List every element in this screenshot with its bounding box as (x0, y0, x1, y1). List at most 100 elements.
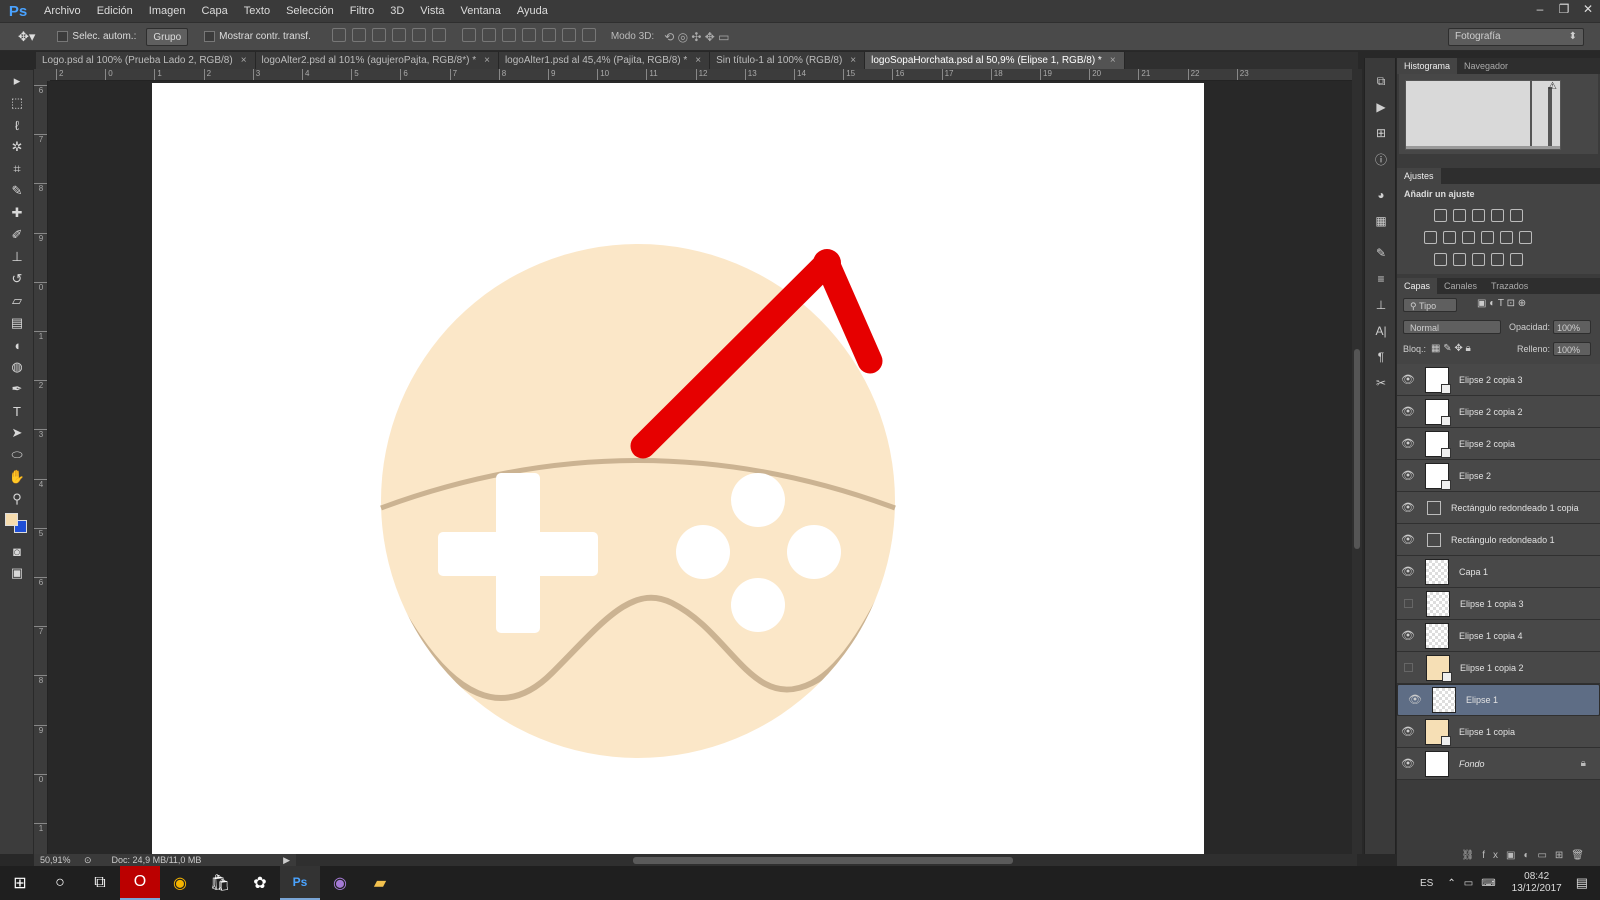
menu-7[interactable]: 3D (382, 0, 412, 22)
chrome-icon[interactable]: ◉ (160, 866, 200, 900)
fill-input[interactable]: 100% (1553, 342, 1591, 356)
blend-mode-dropdown[interactable]: Normal (1403, 320, 1501, 334)
opacity-input[interactable]: 100% (1553, 320, 1591, 334)
opera-icon[interactable]: O (120, 866, 160, 900)
start-button-icon[interactable]: ⊞ (0, 866, 40, 900)
horizontal-scrollbar[interactable] (295, 854, 1357, 866)
visibility-eye-icon[interactable]: 👁︎ (1397, 757, 1419, 770)
visibility-toggle[interactable] (1404, 663, 1413, 672)
document-tab[interactable]: logoAlter2.psd al 101% (agujeroPajta, RG… (255, 52, 499, 69)
visibility-eye-icon[interactable]: 👁︎ (1397, 405, 1419, 418)
lock-icons[interactable]: ▦ ✎ ✥ 🔒︎ (1431, 343, 1471, 354)
quick-mask-icon[interactable]: ◙ (0, 540, 34, 562)
document-tab[interactable]: Logo.psd al 100% (Prueba Lado 2, RGB/8) × (36, 52, 256, 69)
paragraph-panel-icon[interactable]: ¶ (1365, 344, 1397, 370)
move-tool-icon[interactable]: ▸ (0, 70, 34, 92)
minimize-button[interactable]: – (1528, 0, 1552, 20)
distribute-vcenter-icon[interactable] (481, 28, 496, 42)
filter-kind-dropdown[interactable]: ⚲ Tipo (1403, 298, 1457, 312)
distribute-top-icon[interactable] (461, 28, 476, 42)
layer-row[interactable]: 👁︎ Elipse 1 copia (1397, 716, 1600, 748)
visibility-toggle[interactable] (1404, 599, 1413, 608)
align-icons[interactable] (329, 28, 449, 45)
character-panel-icon[interactable]: A| (1365, 318, 1397, 344)
channel-mixer-icon[interactable] (1500, 230, 1513, 244)
menu-9[interactable]: Ventana (453, 0, 509, 22)
visibility-eye-icon[interactable]: 👁︎ (1397, 533, 1419, 546)
history-brush-tool-icon[interactable]: ↺ (0, 268, 34, 290)
visibility-eye-icon[interactable]: 👁︎ (1404, 694, 1426, 707)
warning-icon[interactable]: ⚠ (1548, 81, 1557, 92)
visibility-eye-icon[interactable]: 👁︎ (1397, 629, 1419, 642)
close-button[interactable]: ✕ (1576, 0, 1600, 20)
visibility-eye-icon[interactable]: 👁︎ (1397, 469, 1419, 482)
eraser-tool-icon[interactable]: ▱ (0, 290, 34, 312)
actions-panel-icon[interactable]: ▶ (1365, 94, 1397, 120)
posterize-icon[interactable] (1453, 252, 1466, 266)
type-tool-icon[interactable]: T (0, 400, 34, 422)
keyboard-icon[interactable]: ⌨ (1481, 878, 1495, 889)
distribute-hcenter-icon[interactable] (541, 28, 556, 42)
lasso-tool-icon[interactable]: ℓ (0, 114, 34, 136)
status-arrow-icon[interactable]: ▶ (283, 855, 290, 866)
layer-row[interactable]: 👁︎ Elipse 2 (1397, 460, 1600, 492)
tab-histogram[interactable]: Histograma (1397, 58, 1458, 74)
app-icon[interactable]: ✿ (240, 866, 280, 900)
menu-1[interactable]: Edición (89, 0, 141, 22)
exposure-icon[interactable] (1491, 208, 1504, 222)
document-tab[interactable]: logoAlter1.psd al 45,4% (Pajita, RGB/8) … (498, 52, 711, 69)
visual-studio-icon[interactable]: ◉ (320, 866, 360, 900)
menu-4[interactable]: Texto (236, 0, 278, 22)
menu-2[interactable]: Imagen (141, 0, 194, 22)
auto-select-checkbox[interactable] (57, 30, 72, 42)
align-hcenter-icon[interactable] (411, 28, 426, 42)
tab-close-icon[interactable]: × (484, 52, 490, 69)
visibility-eye-icon[interactable]: 👁︎ (1397, 565, 1419, 578)
auto-align-icon[interactable] (581, 28, 596, 42)
distribute-left-icon[interactable] (521, 28, 536, 42)
document-tab[interactable]: logoSopaHorchata.psd al 50,9% (Elipse 1,… (865, 52, 1125, 69)
layer-row[interactable]: Elipse 1 copia 3 (1397, 588, 1600, 620)
clock[interactable]: 08:42 13/12/2017 (1512, 871, 1562, 895)
task-view-icon[interactable]: ⧉ (80, 866, 120, 900)
tab-navigator[interactable]: Navegador (1457, 58, 1515, 74)
distribute-bottom-icon[interactable] (501, 28, 516, 42)
menu-10[interactable]: Ayuda (509, 0, 556, 22)
levels-icon[interactable] (1453, 208, 1466, 222)
crop-tool-icon[interactable]: ⌗ (0, 158, 34, 180)
auto-select-dropdown[interactable]: Grupo (146, 27, 189, 46)
layer-row[interactable]: Elipse 1 copia 2 (1397, 652, 1600, 684)
layer-row[interactable]: 👁︎ Rectángulo redondeado 1 copia (1397, 492, 1600, 524)
document-tab[interactable]: Sin título-1 al 100% (RGB/8) × (710, 52, 866, 69)
screen-mode-icon[interactable]: ▣ (0, 562, 34, 584)
restore-button[interactable]: ❐ (1552, 0, 1576, 20)
swatches-panel-icon[interactable]: ▦ (1365, 208, 1397, 234)
color-lookup-icon[interactable] (1519, 230, 1532, 244)
dodge-tool-icon[interactable]: ◍ (0, 356, 34, 378)
layer-row[interactable]: 👁︎ Fondo 🔒︎ (1397, 748, 1600, 780)
layer-filter-icons[interactable]: ▣ ◐ T ⊡ ⊕ (1477, 298, 1526, 309)
marquee-tool-icon[interactable]: ⬚ (0, 92, 34, 114)
workspace-dropdown[interactable]: Fotografía ⬍ (1448, 28, 1584, 46)
gradient-tool-icon[interactable]: ▤ (0, 312, 34, 334)
path-selection-tool-icon[interactable]: ➤ (0, 422, 34, 444)
menu-0[interactable]: Archivo (36, 0, 89, 22)
color-panel-icon[interactable]: ◕ (1365, 182, 1397, 208)
distribute-icons[interactable] (459, 28, 599, 45)
horizontal-scroll-thumb[interactable] (633, 857, 1013, 864)
brightness-icon[interactable] (1434, 208, 1447, 222)
visibility-eye-icon[interactable]: 👁︎ (1397, 725, 1419, 738)
hand-tool-icon[interactable]: ✋ (0, 466, 34, 488)
tab-channels[interactable]: Canales (1437, 278, 1484, 294)
document-canvas[interactable] (152, 83, 1204, 854)
healing-brush-tool-icon[interactable]: ✚ (0, 202, 34, 224)
tab-adjustments[interactable]: Ajustes (1397, 168, 1441, 184)
tab-close-icon[interactable]: × (695, 52, 701, 69)
info-panel-icon[interactable]: ⓘ (1365, 146, 1397, 172)
align-right-icon[interactable] (431, 28, 446, 42)
clone-source-icon[interactable]: ⊥ (1365, 292, 1397, 318)
tab-close-icon[interactable]: × (1110, 52, 1116, 69)
magic-wand-tool-icon[interactable]: ✲ (0, 136, 34, 158)
tab-close-icon[interactable]: × (850, 52, 856, 69)
tool-presets-icon[interactable]: ✂ (1365, 370, 1397, 396)
